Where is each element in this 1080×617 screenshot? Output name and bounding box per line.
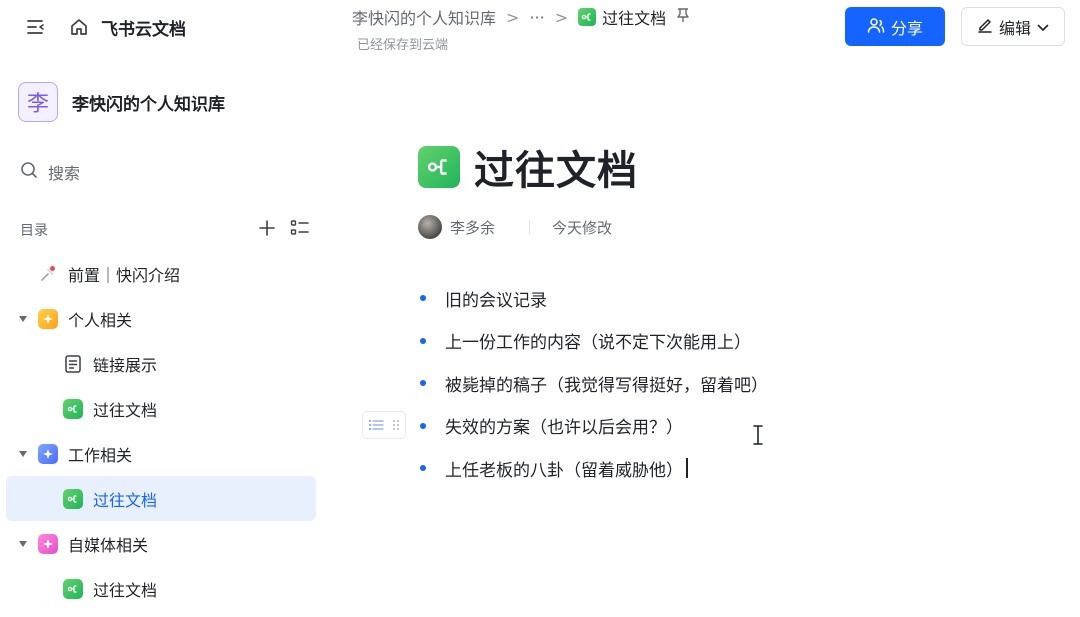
sidebar-item-media[interactable]: 自媒体相关 bbox=[0, 521, 330, 566]
ibeam-cursor-icon bbox=[751, 424, 765, 446]
toc-label: 目录 bbox=[20, 223, 48, 239]
block-drag-handle[interactable] bbox=[362, 411, 406, 439]
chevron-down-icon bbox=[1037, 17, 1049, 36]
edit-mode-button[interactable]: 编辑 bbox=[961, 7, 1065, 46]
sidebar: 李 李快闪的个人知识库 搜索 目录 前置｜快闪介绍 个人相关 链接展示 过往文档… bbox=[0, 56, 330, 617]
list-item[interactable]: 失效的方案（也许以后会用？） bbox=[418, 405, 1018, 448]
sidebar-item-label: 前置｜快闪介绍 bbox=[68, 265, 181, 285]
toc-header: 目录 bbox=[20, 219, 310, 241]
divider bbox=[529, 220, 531, 234]
space-name: 李快闪的个人知识库 bbox=[72, 94, 225, 115]
green-mindnote-icon bbox=[63, 578, 83, 599]
sidebar-item-label: 过往文档 bbox=[93, 490, 158, 510]
breadcrumb-ellipsis[interactable]: ··· bbox=[529, 8, 544, 27]
home-icon[interactable] bbox=[67, 16, 91, 38]
document-header: 过往文档 bbox=[418, 138, 638, 196]
breadcrumb: 李快闪的个人知识库 > ··· > 过往文档 bbox=[352, 6, 690, 28]
green-mindnote-icon bbox=[63, 398, 83, 419]
pin-emoji-icon bbox=[38, 264, 58, 284]
breadcrumb-current-label: 过往文档 bbox=[602, 9, 667, 28]
list-item-text: 上一份工作的内容（说不定下次能用上） bbox=[445, 333, 751, 354]
breadcrumb-current[interactable]: 过往文档 bbox=[578, 5, 666, 29]
drag-grip-icon bbox=[392, 416, 400, 435]
sidebar-item-label: 自媒体相关 bbox=[68, 535, 149, 555]
pin-icon[interactable] bbox=[676, 7, 690, 27]
search-icon bbox=[20, 161, 38, 183]
text-caret bbox=[686, 458, 688, 479]
edit-label: 编辑 bbox=[998, 18, 1031, 38]
sidebar-item-label: 工作相关 bbox=[68, 445, 133, 465]
blue-spark-icon bbox=[38, 443, 58, 464]
save-status: 已经保存到云端 bbox=[357, 38, 449, 53]
list-item[interactable]: 上一份工作的内容（说不定下次能用上） bbox=[418, 320, 1018, 363]
list-item-text: 旧的会议记录 bbox=[445, 290, 547, 311]
yellow-spark-icon bbox=[38, 308, 58, 329]
list-item[interactable]: 被毙掉的稿子（我觉得写得挺好，留着吧） bbox=[418, 362, 1018, 405]
toc-tree: 前置｜快闪介绍 个人相关 链接展示 过往文档 工作相关 过往文档 自媒体相关 过… bbox=[0, 251, 330, 611]
modified-time: 今天修改 bbox=[552, 218, 613, 237]
sidebar-item-past-docs-active[interactable]: 过往文档 bbox=[6, 476, 316, 521]
app-title[interactable]: 飞书云文档 bbox=[101, 15, 186, 40]
sidebar-item-label: 过往文档 bbox=[93, 400, 158, 420]
sidebar-item-label: 过往文档 bbox=[93, 580, 158, 600]
breadcrumb-space[interactable]: 李快闪的个人知识库 bbox=[352, 5, 496, 29]
list-item[interactable]: 旧的会议记录 bbox=[418, 277, 1018, 320]
bullet-list: 旧的会议记录 上一份工作的内容（说不定下次能用上） 被毙掉的稿子（我觉得写得挺好… bbox=[418, 277, 1018, 490]
add-icon[interactable] bbox=[258, 219, 276, 241]
list-item[interactable]: 上任老板的八卦（留着威胁他） bbox=[418, 447, 1018, 490]
list-item-text: 被毙掉的稿子（我觉得写得挺好，留着吧） bbox=[445, 375, 768, 396]
sidebar-item-links[interactable]: 链接展示 bbox=[0, 341, 330, 386]
search-label: 搜索 bbox=[48, 164, 81, 183]
green-mindnote-icon bbox=[63, 488, 83, 509]
breadcrumb-separator: > bbox=[554, 7, 569, 27]
page-title[interactable]: 过往文档 bbox=[474, 138, 638, 196]
space-avatar: 李 bbox=[18, 82, 58, 122]
sidebar-item-label: 链接展示 bbox=[93, 355, 158, 375]
share-button[interactable]: 分享 bbox=[845, 7, 945, 46]
caret-down-icon[interactable] bbox=[18, 449, 28, 459]
sidebar-collapse-icon[interactable] bbox=[24, 16, 48, 38]
list-item-text: 上任老板的八卦（留着威胁他） bbox=[445, 460, 683, 481]
doc-icon bbox=[63, 354, 83, 374]
mindnote-icon[interactable] bbox=[418, 146, 460, 188]
sidebar-item-label: 个人相关 bbox=[68, 310, 133, 330]
sidebar-item-past-docs[interactable]: 过往文档 bbox=[0, 386, 330, 431]
space-header[interactable]: 李 李快闪的个人知识库 bbox=[18, 82, 225, 122]
sidebar-item-work[interactable]: 工作相关 bbox=[0, 431, 330, 476]
breadcrumb-separator: > bbox=[506, 7, 520, 27]
mindnote-icon bbox=[578, 8, 597, 26]
caret-down-icon[interactable] bbox=[18, 314, 28, 324]
list-format-icon bbox=[368, 416, 384, 435]
caret-down-icon[interactable] bbox=[18, 539, 28, 549]
document-meta: 李多余 今天修改 bbox=[418, 215, 612, 239]
share-label: 分享 bbox=[890, 18, 923, 38]
author-name[interactable]: 李多余 bbox=[450, 217, 495, 238]
avatar[interactable] bbox=[418, 215, 442, 239]
pink-spark-icon bbox=[38, 533, 58, 554]
top-bar: 飞书云文档 李快闪的个人知识库 > ··· > 过往文档 已经保存到云端 分享 … bbox=[0, 0, 1080, 56]
add-user-icon bbox=[867, 17, 885, 37]
sidebar-item-intro[interactable]: 前置｜快闪介绍 bbox=[0, 251, 330, 296]
sidebar-search[interactable]: 搜索 bbox=[20, 160, 80, 184]
toc-list-icon[interactable] bbox=[290, 219, 310, 241]
pencil-icon bbox=[977, 17, 993, 37]
sidebar-item-personal[interactable]: 个人相关 bbox=[0, 296, 330, 341]
sidebar-item-past-docs[interactable]: 过往文档 bbox=[0, 566, 330, 611]
list-item-text: 失效的方案（也许以后会用？） bbox=[445, 418, 683, 439]
